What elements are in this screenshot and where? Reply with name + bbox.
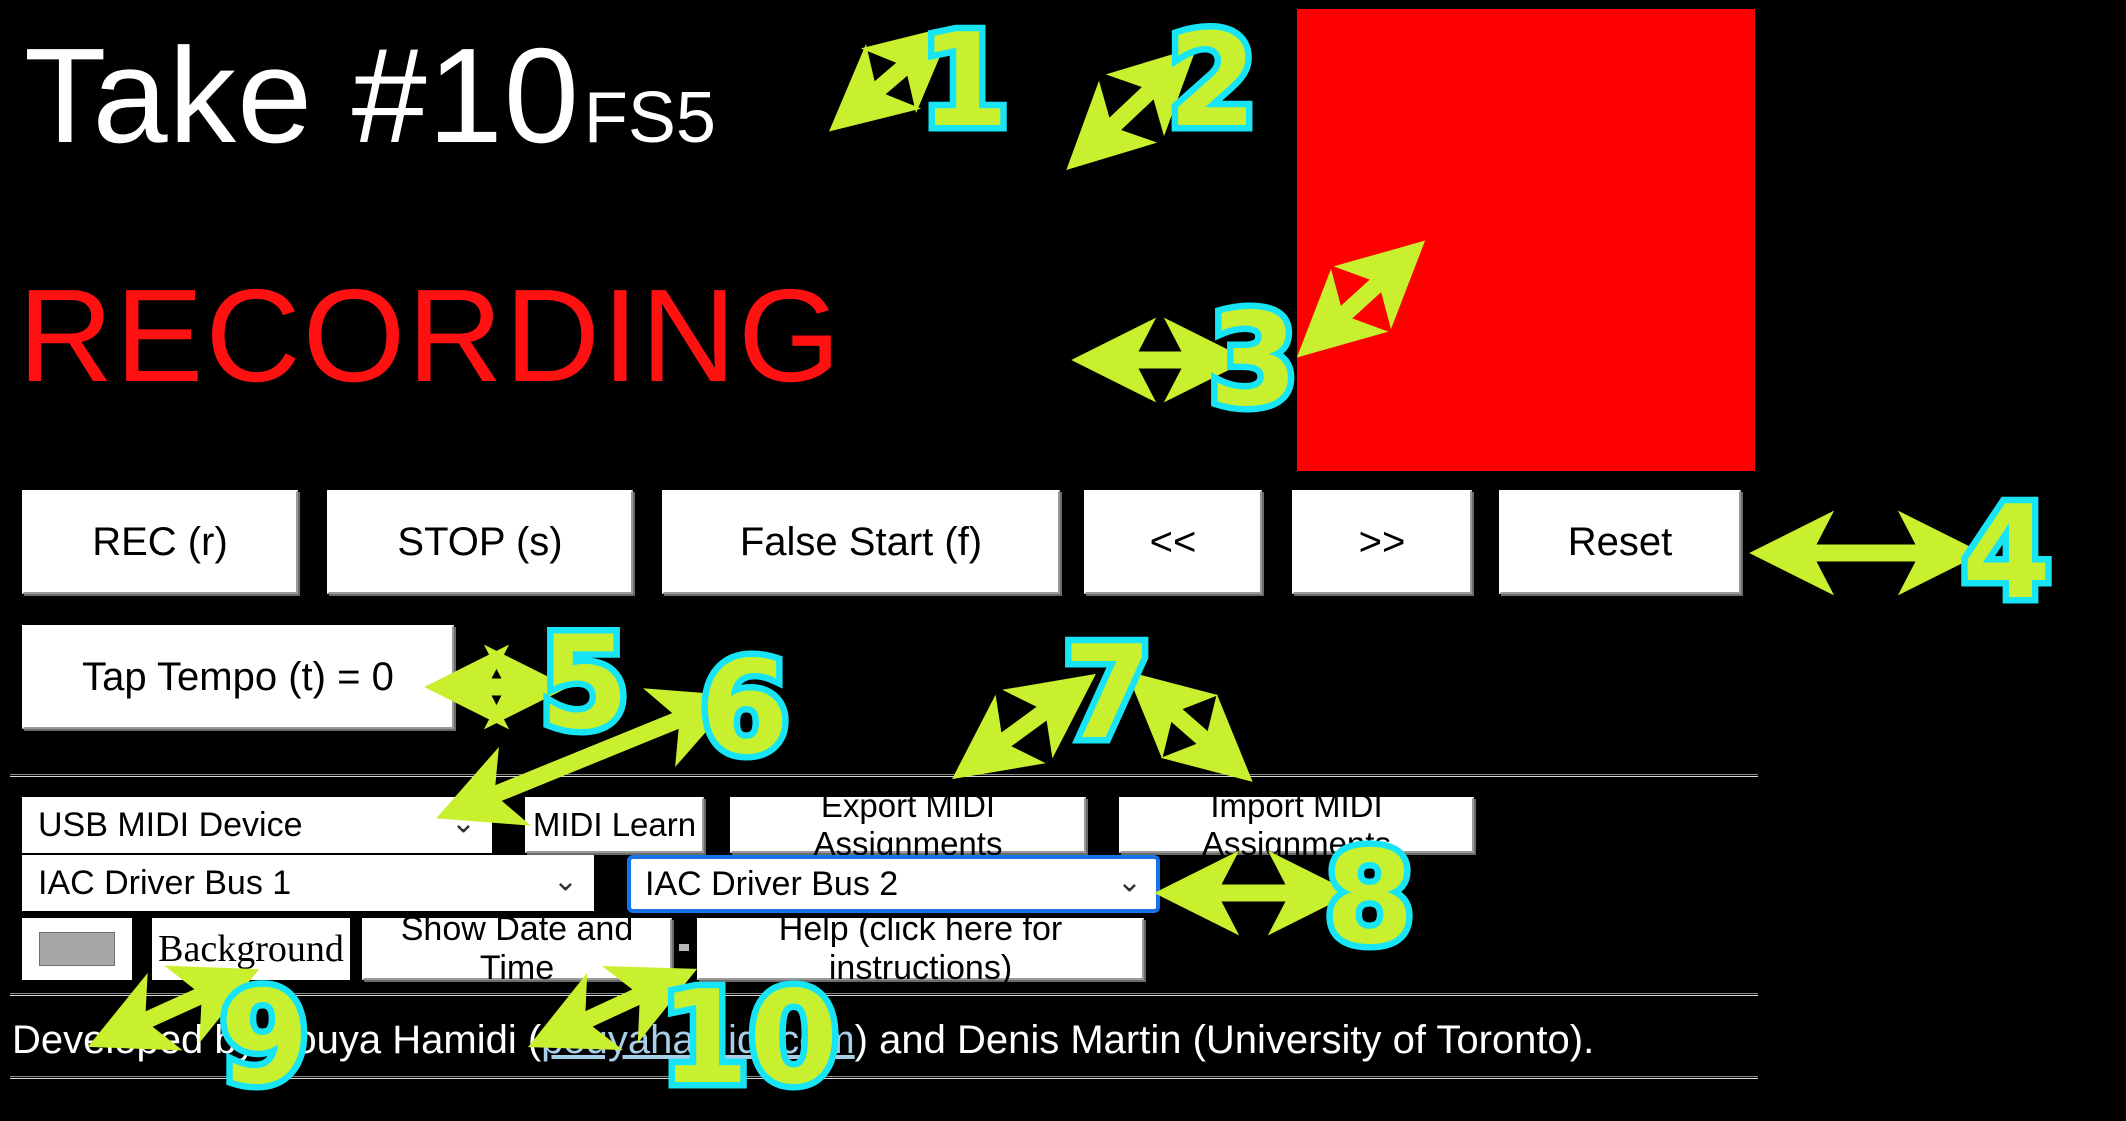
- midi-bus1-select-value: IAC Driver Bus 1: [38, 863, 292, 902]
- status-indicator-box: [1297, 9, 1755, 471]
- midi-device-select-value: USB MIDI Device: [38, 805, 303, 844]
- tap-tempo-button[interactable]: Tap Tempo (t) = 0: [22, 625, 454, 729]
- app-window: Take #10FS5 RECORDING REC (r) STOP (s) F…: [0, 0, 2126, 1121]
- credit-suffix: ) and Denis Martin (University of Toront…: [854, 1018, 1595, 1062]
- midi-device-select[interactable]: USB MIDI Device ⌄: [22, 797, 492, 853]
- credit-prefix: Developed by Pouya Hamidi (: [12, 1018, 542, 1062]
- midi-bus2-select[interactable]: IAC Driver Bus 2 ⌄: [627, 855, 1160, 913]
- rec-button[interactable]: REC (r): [22, 490, 298, 594]
- midi-learn-button[interactable]: MIDI Learn: [525, 797, 704, 853]
- midi-bus1-select[interactable]: IAC Driver Bus 1 ⌄: [22, 855, 594, 911]
- previous-take-button[interactable]: <<: [1084, 490, 1262, 594]
- take-note-label: FS5: [583, 78, 716, 158]
- reset-button[interactable]: Reset: [1499, 490, 1741, 594]
- show-date-and-time-button[interactable]: Show Date and Time: [362, 910, 672, 987]
- developer-website-link[interactable]: pouyahamidi.com: [541, 1018, 855, 1062]
- midi-section-divider: [10, 774, 1758, 777]
- chevron-down-icon: ⌄: [1116, 865, 1142, 899]
- color-swatch-preview: [39, 932, 115, 966]
- background-button[interactable]: Background: [152, 918, 350, 980]
- chevron-down-icon: ⌄: [552, 864, 578, 898]
- next-take-button[interactable]: >>: [1292, 490, 1472, 594]
- stop-button[interactable]: STOP (s): [327, 490, 633, 594]
- separator-dash: [679, 944, 689, 951]
- chevron-down-icon: ⌄: [450, 806, 476, 840]
- take-header: Take #10FS5: [24, 28, 716, 163]
- footer-divider-bottom: [10, 1076, 1758, 1079]
- midi-bus2-select-value: IAC Driver Bus 2: [645, 864, 899, 903]
- page-title: Take #10: [24, 20, 580, 171]
- background-color-picker[interactable]: [22, 918, 132, 980]
- false-start-button[interactable]: False Start (f): [662, 490, 1060, 594]
- footer-divider-top: [10, 993, 1758, 996]
- help-button[interactable]: Help (click here for instructions): [697, 910, 1144, 987]
- import-midi-assignments-button[interactable]: Import MIDI Assignments: [1119, 787, 1474, 862]
- credit-text: Developed by Pouya Hamidi (pouyahamidi.c…: [12, 1020, 1594, 1060]
- export-midi-assignments-button[interactable]: Export MIDI Assignments: [730, 787, 1086, 862]
- status-badge: RECORDING: [18, 262, 843, 409]
